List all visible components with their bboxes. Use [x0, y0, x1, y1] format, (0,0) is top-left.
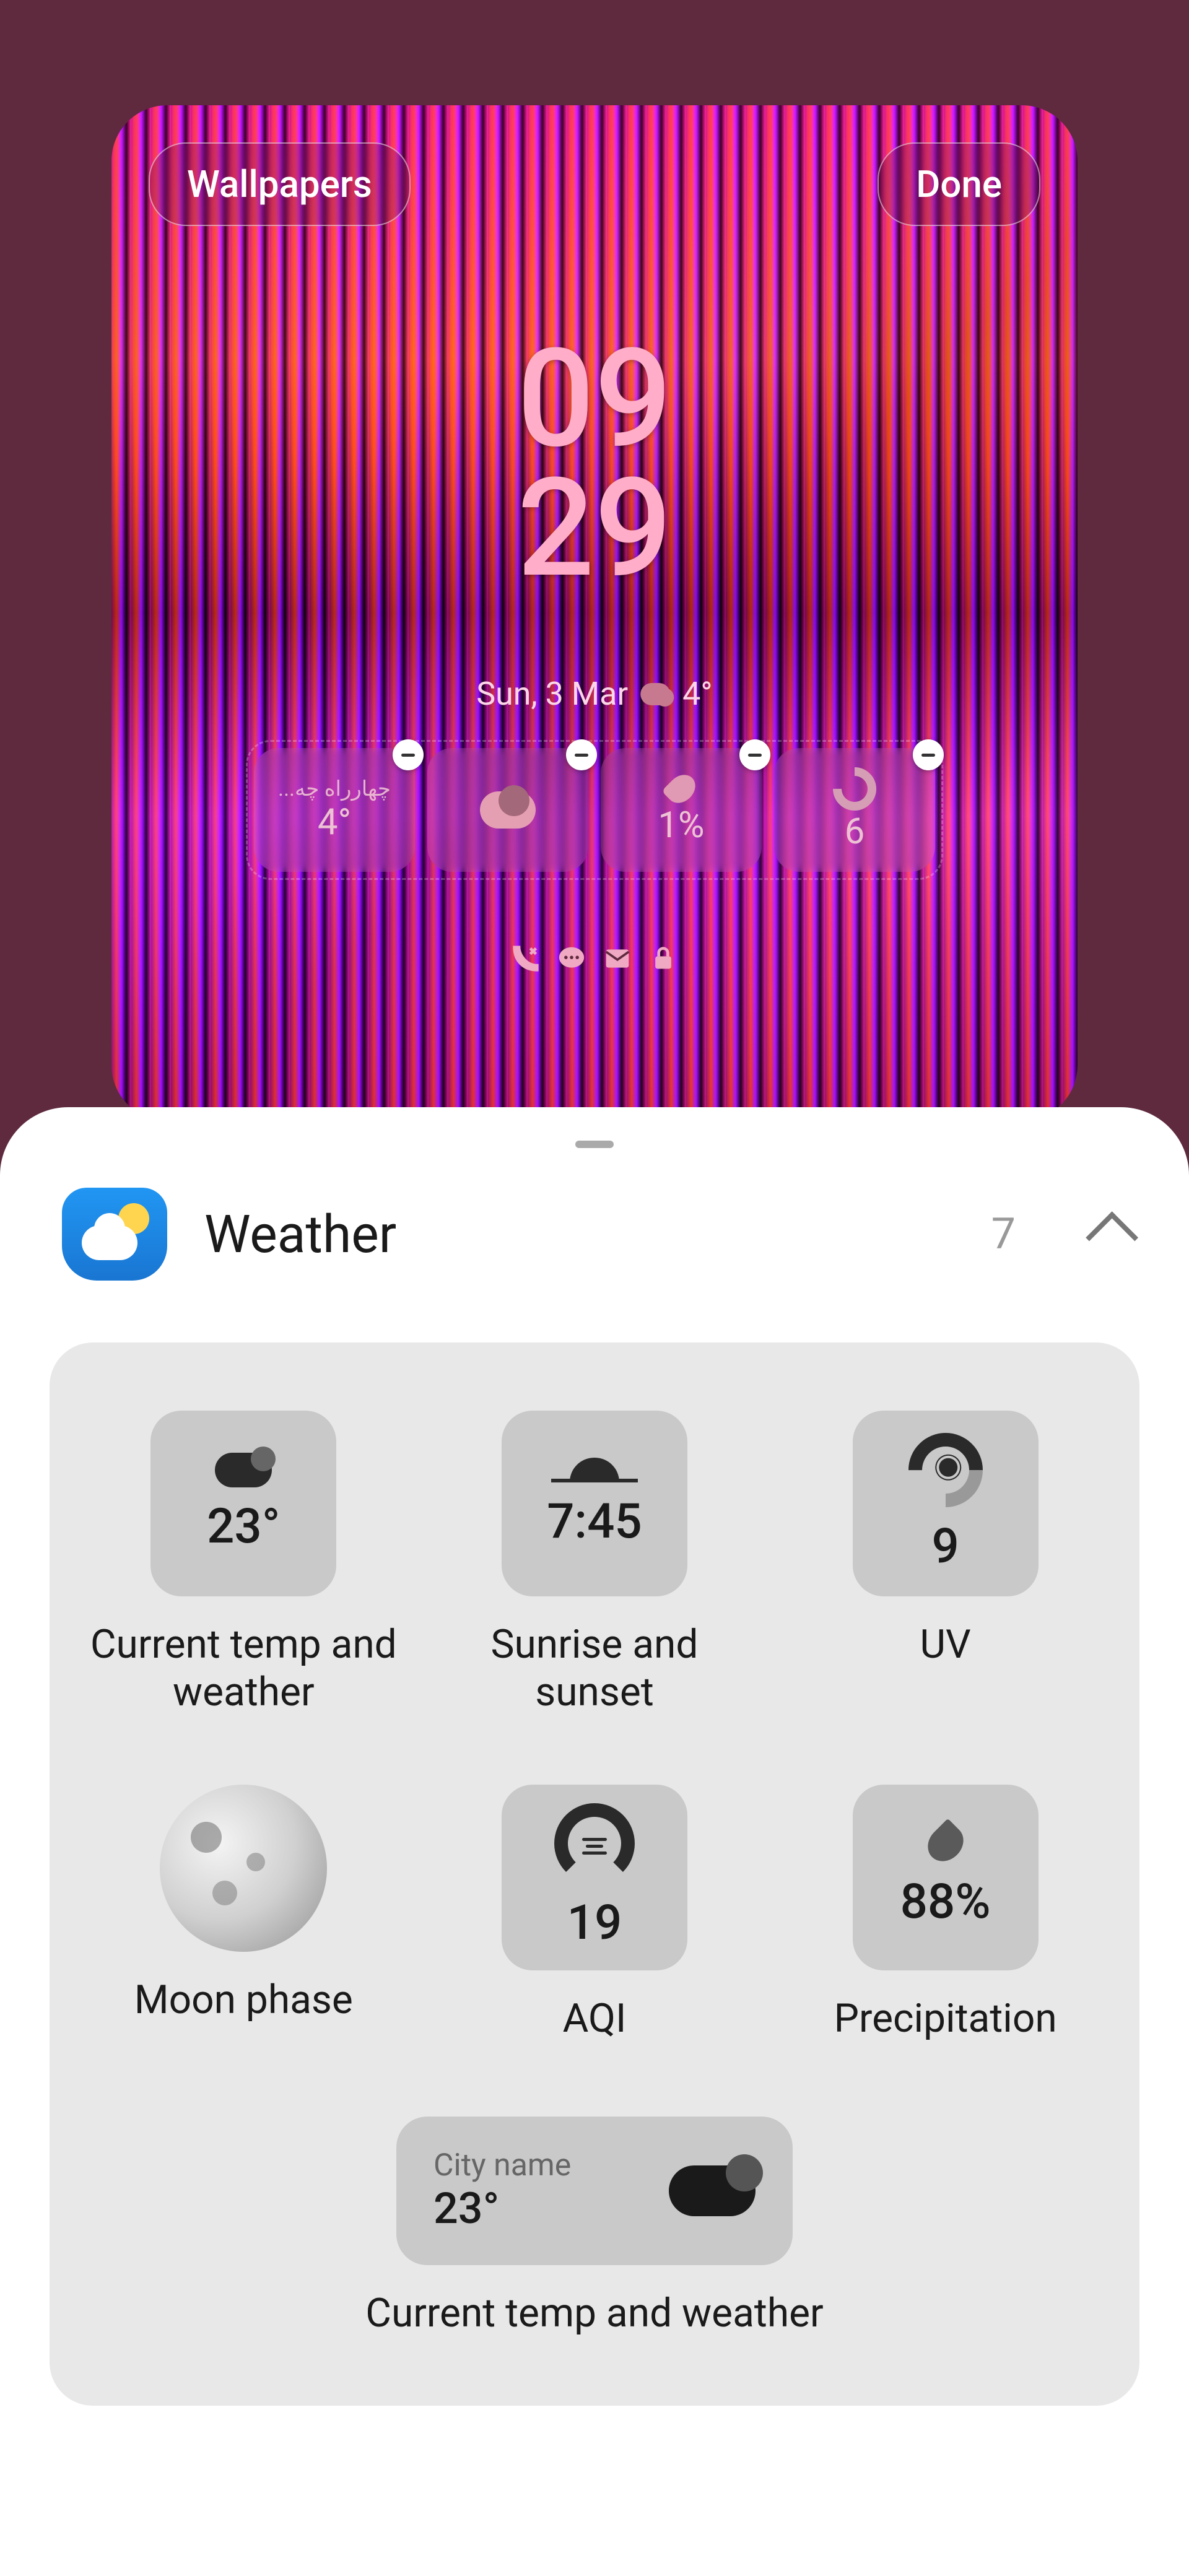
weather-mini-cloud-icon	[640, 683, 670, 705]
weather-app-icon	[62, 1188, 167, 1281]
cloud-icon	[215, 1453, 272, 1487]
widget-aqi-value: 6	[845, 811, 865, 853]
widget-option-moon[interactable]: Moon phase	[81, 1785, 407, 2043]
email-icon	[603, 944, 632, 973]
widget-label: Current temp and weather	[365, 2290, 823, 2338]
widget-option-city-temp[interactable]: City name 23° Current temp and weather	[365, 2117, 823, 2338]
remove-widget-icon[interactable]	[566, 739, 597, 770]
done-button[interactable]: Done	[878, 142, 1040, 226]
widget-precip-value: 1%	[658, 804, 704, 846]
widget-label: Moon phase	[134, 1977, 353, 2024]
widget-preview-value: 9	[931, 1518, 959, 1575]
widget-option-sunrise[interactable]: 7:45 Sunrise and sunset	[432, 1411, 758, 1717]
widget-city-label: City name	[433, 2147, 571, 2183]
widget-temp-value: 4°	[318, 801, 351, 843]
widget-option-precipitation[interactable]: 88% Precipitation	[782, 1785, 1108, 2043]
remove-widget-icon[interactable]	[393, 739, 424, 770]
water-drop-icon	[661, 769, 701, 809]
lockscreen-widget-temp[interactable]: ...چهارراه چه 4°	[254, 748, 415, 872]
widget-label: AQI	[563, 1995, 627, 2043]
widget-preview-value: 88%	[900, 1874, 991, 1930]
widget-picker-sheet[interactable]: Weather 7 23° Current temp and weather 7…	[0, 1107, 1189, 2576]
widget-option-aqi[interactable]: 19 AQI	[432, 1785, 758, 2043]
clock-minutes: 29	[517, 464, 672, 593]
widget-label: UV	[920, 1621, 971, 1669]
clock-hours: 09	[517, 334, 672, 464]
lockscreen-clock: 09 29	[517, 334, 672, 593]
lockscreen-date: Sun, 3 Mar 4°	[476, 675, 712, 713]
widget-preview-value: 19	[567, 1895, 622, 1951]
remove-widget-icon[interactable]	[913, 739, 944, 770]
widget-preview-value: 23°	[433, 2183, 571, 2234]
moon-icon	[160, 1785, 327, 1952]
lockscreen-widget-precip[interactable]: 1%	[601, 748, 762, 872]
notification-icons	[512, 944, 677, 973]
messages-icon	[557, 944, 586, 973]
chevron-up-icon	[1086, 1211, 1138, 1264]
remove-widget-icon[interactable]	[739, 739, 770, 770]
widget-label: Sunrise and sunset	[432, 1621, 758, 1717]
cloud-icon	[669, 2165, 756, 2216]
lock-icon	[649, 944, 677, 973]
weather-category-header[interactable]: Weather 7	[0, 1175, 1189, 1318]
lockscreen-widget-row[interactable]: ...چهارراه چه 4° 1% 6	[246, 740, 943, 880]
widget-location: ...چهارراه چه	[278, 777, 391, 801]
date-text: Sun, 3 Mar	[476, 675, 628, 713]
lockscreen-widget-aqi[interactable]: 6	[774, 748, 935, 872]
widget-preview-value: 23°	[207, 1499, 281, 1555]
missed-call-icon	[512, 944, 540, 973]
sheet-drag-handle[interactable]	[575, 1141, 614, 1148]
cloud-icon	[480, 791, 536, 829]
widget-preview-value: 7:45	[547, 1494, 642, 1550]
widget-option-uv[interactable]: 9 UV	[782, 1411, 1108, 1717]
date-temp: 4°	[682, 675, 713, 713]
category-count: 7	[991, 1209, 1016, 1260]
uv-gauge-icon	[893, 1417, 998, 1523]
lockscreen-widget-weather[interactable]	[427, 748, 588, 872]
lockscreen-preview: Wallpapers Done 09 29 Sun, 3 Mar 4° ...چ…	[111, 105, 1078, 1121]
widget-option-current-temp[interactable]: 23° Current temp and weather	[81, 1411, 407, 1717]
wallpapers-button[interactable]: Wallpapers	[149, 142, 411, 226]
weather-widgets-panel: 23° Current temp and weather 7:45 Sunris…	[50, 1342, 1139, 2406]
gauge-icon	[824, 759, 886, 820]
widget-label: Current temp and weather	[81, 1621, 407, 1717]
water-drop-icon	[920, 1819, 970, 1869]
category-title: Weather	[204, 1204, 954, 1265]
aqi-gauge-icon	[554, 1803, 635, 1884]
widget-label: Precipitation	[834, 1995, 1057, 2043]
sunrise-icon	[570, 1458, 619, 1482]
